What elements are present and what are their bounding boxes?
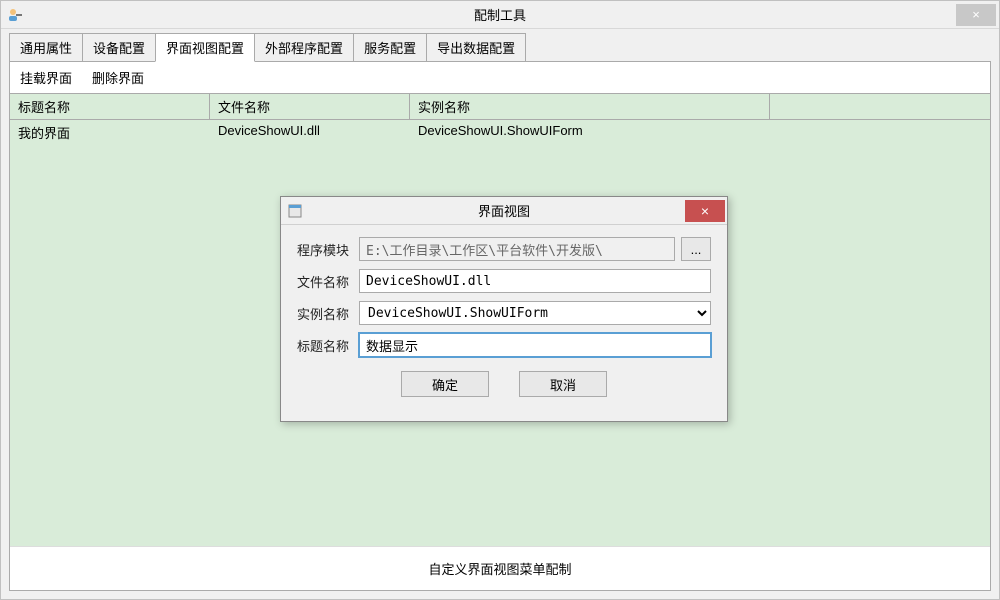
dialog-icon [287,203,303,219]
label-module: 程序模块 [297,240,359,259]
mount-view-button[interactable]: 挂载界面 [20,68,72,87]
cell-instance-name: DeviceShowUI.ShowUIForm [410,120,770,145]
dialog-titlebar: 界面视图 × [281,197,727,225]
tab-strip: 通用属性 设备配置 界面视图配置 外部程序配置 服务配置 导出数据配置 [1,29,999,62]
select-instance[interactable]: DeviceShowUI.ShowUIForm [359,301,711,325]
browse-button[interactable]: ... [681,237,711,261]
label-file: 文件名称 [297,272,359,291]
tab-service[interactable]: 服务配置 [353,33,427,62]
label-caption: 标题名称 [297,336,359,355]
cancel-button[interactable]: 取消 [519,371,607,397]
app-icon [7,7,23,23]
dialog-title: 界面视图 [281,201,727,220]
tab-export[interactable]: 导出数据配置 [426,33,526,62]
grid-row[interactable]: 我的界面 DeviceShowUI.dll DeviceShowUI.ShowU… [10,120,990,145]
row-caption: 标题名称 [297,333,711,357]
toolbar: 挂载界面 删除界面 [10,62,990,93]
main-close-button[interactable]: × [956,4,996,26]
row-instance: 实例名称 DeviceShowUI.ShowUIForm [297,301,711,325]
main-titlebar: 配制工具 × [1,1,999,29]
cell-file-name: DeviceShowUI.dll [210,120,410,145]
tab-general[interactable]: 通用属性 [9,33,83,62]
label-instance: 实例名称 [297,304,359,323]
tab-view-config[interactable]: 界面视图配置 [155,33,255,62]
dialog-close-button[interactable]: × [685,200,725,222]
input-file[interactable] [359,269,711,293]
header-instance-name: 实例名称 [410,94,770,119]
row-module: 程序模块 ... [297,237,711,261]
row-file: 文件名称 [297,269,711,293]
view-dialog: 界面视图 × 程序模块 ... 文件名称 实例名称 DeviceShowUI.S… [280,196,728,422]
dialog-buttons: 确定 取消 [297,365,711,409]
tab-external[interactable]: 外部程序配置 [254,33,354,62]
header-title-name: 标题名称 [10,94,210,119]
input-module[interactable] [359,237,675,261]
cell-title-name: 我的界面 [10,120,210,145]
dialog-body: 程序模块 ... 文件名称 实例名称 DeviceShowUI.ShowUIFo… [281,225,727,421]
delete-view-button[interactable]: 删除界面 [92,68,144,87]
input-caption[interactable] [359,333,711,357]
main-title: 配制工具 [1,5,999,24]
header-file-name: 文件名称 [210,94,410,119]
ok-button[interactable]: 确定 [401,371,489,397]
tab-device[interactable]: 设备配置 [82,33,156,62]
grid-header: 标题名称 文件名称 实例名称 [10,94,990,120]
footer-text: 自定义界面视图菜单配制 [10,546,990,590]
